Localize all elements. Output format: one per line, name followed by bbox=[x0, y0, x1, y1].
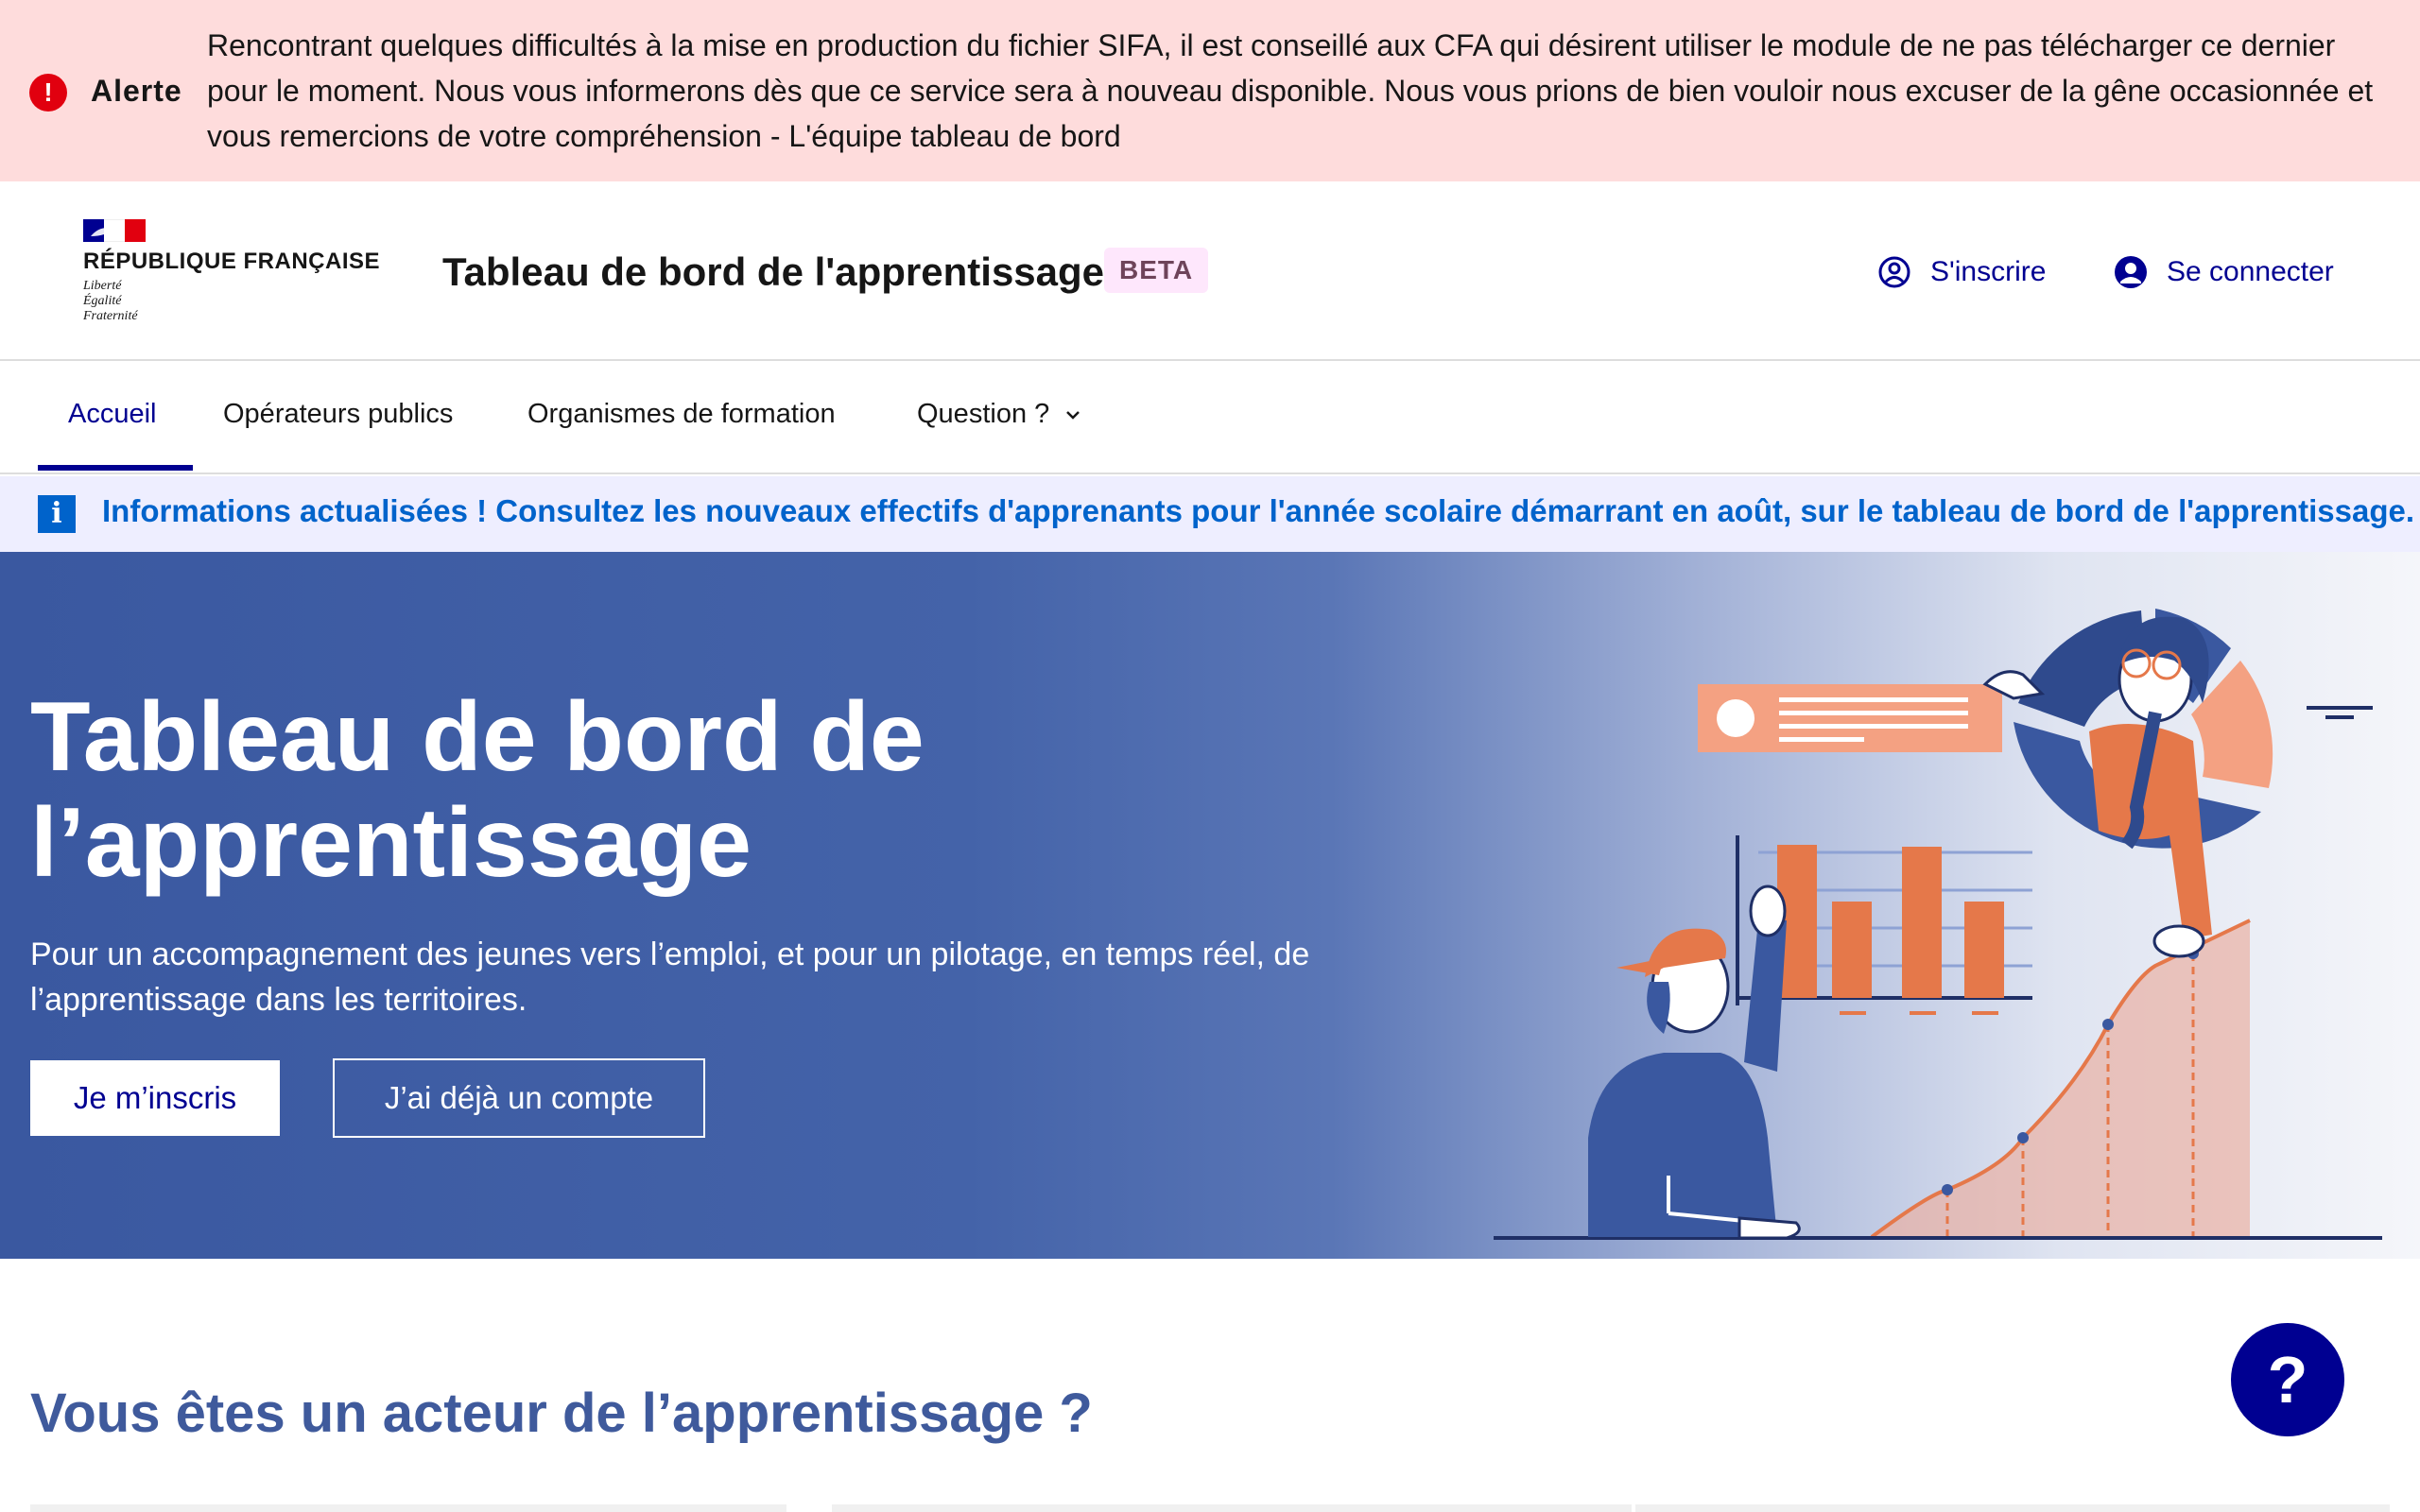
user-circle-filled-icon bbox=[2115, 256, 2147, 288]
sign-up-button[interactable]: Je m’inscris bbox=[30, 1060, 280, 1136]
alert-title: Alerte bbox=[91, 74, 182, 108]
card-edge-2 bbox=[832, 1504, 1632, 1512]
republique-flag-logo[interactable] bbox=[83, 219, 146, 242]
info-notice: i Informations actualisées ! Consultez l… bbox=[0, 476, 2420, 552]
alert-banner: ! Alerte Rencontrant quelques difficulté… bbox=[0, 0, 2420, 181]
site-title[interactable]: Tableau de bord de l'apprentissage bbox=[442, 249, 1104, 295]
section-title: Vous êtes un acteur de l’apprentissage ? bbox=[30, 1383, 1093, 1444]
nav-item-accueil[interactable]: Accueil bbox=[68, 399, 157, 430]
hero-illustration bbox=[1494, 609, 2382, 1240]
have-account-button[interactable]: J’ai déjà un compte bbox=[333, 1058, 705, 1138]
info-notice-text: Informations actualisées ! Consultez les… bbox=[102, 493, 2415, 528]
info-icon: i bbox=[38, 495, 76, 533]
person-with-cap-graphic bbox=[1588, 885, 1801, 1240]
republique-motto: Liberté Égalité Fraternité bbox=[83, 279, 197, 324]
hero-title: Tableau de bord de l’apprentissage bbox=[30, 684, 1070, 896]
nav-item-organismes-de-formation[interactable]: Organismes de formation bbox=[527, 399, 836, 430]
motto-fraternite: Fraternité bbox=[83, 309, 138, 323]
alert-message: Rencontrant quelques difficultés à la mi… bbox=[207, 28, 2374, 153]
site-header: RÉPUBLIQUE FRANÇAISE Liberté Égalité Fra… bbox=[0, 181, 2420, 361]
chevron-down-icon bbox=[1066, 411, 1080, 421]
sign-up-link[interactable]: S'inscrire bbox=[1877, 251, 2046, 293]
hero-title-line-2: l’apprentissage bbox=[30, 788, 752, 898]
log-in-label: Se connecter bbox=[2167, 256, 2334, 287]
nav-active-indicator bbox=[38, 465, 193, 471]
page-root: ! Alerte Rencontrant quelques difficulté… bbox=[0, 0, 2420, 1512]
alert-exclamation-icon: ! bbox=[29, 74, 67, 112]
user-circle-outline-icon bbox=[1878, 256, 1910, 288]
nav-item-operateurs-publics[interactable]: Opérateurs publics bbox=[223, 399, 453, 430]
hero-title-line-1: Tableau de bord de bbox=[30, 682, 925, 792]
beta-badge: BETA bbox=[1104, 248, 1209, 293]
motto-egalite: Égalité bbox=[83, 294, 122, 308]
republique-francaise-name: RÉPUBLIQUE FRANÇAISE bbox=[83, 249, 381, 274]
motto-liberte: Liberté bbox=[83, 279, 122, 293]
log-in-link[interactable]: Se connecter bbox=[2114, 251, 2334, 293]
nav-item-question[interactable]: Question ? bbox=[917, 399, 1081, 430]
hero-subtitle: Pour un accompagnement des jeunes vers l… bbox=[30, 936, 1310, 1018]
info-card-graphic bbox=[1698, 684, 2002, 752]
card-edge-3 bbox=[1635, 1504, 2390, 1512]
help-question-button[interactable]: ? bbox=[2231, 1323, 2344, 1436]
main-nav: Accueil Opérateurs publics Organismes de… bbox=[0, 361, 2420, 474]
card-edge-1 bbox=[30, 1504, 786, 1512]
sign-up-label: S'inscrire bbox=[1930, 256, 2047, 287]
hero-section: Tableau de bord de l’apprentissage Pour … bbox=[0, 552, 2420, 1259]
nav-item-question-label: Question ? bbox=[917, 399, 1050, 429]
